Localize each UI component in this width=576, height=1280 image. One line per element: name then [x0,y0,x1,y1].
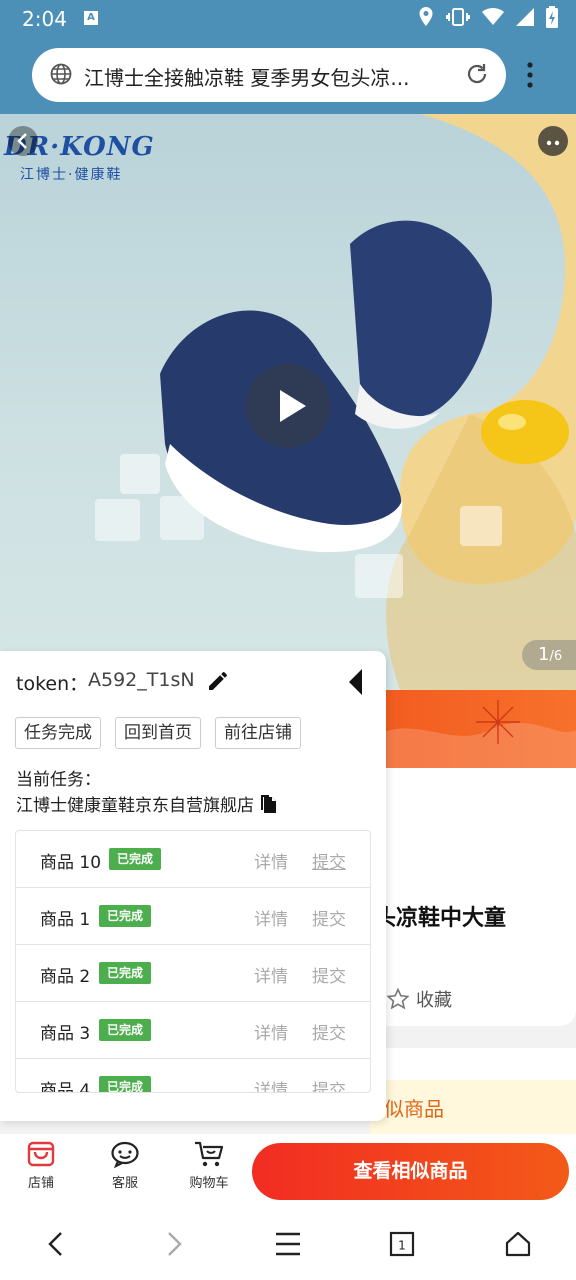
image-page-indicator: 1/6 [522,640,576,670]
url-text[interactable]: 江博士全接触凉鞋 夏季男女包头凉... [84,62,459,91]
submit-link[interactable]: 提交 [312,905,346,930]
browser-nav-bar: 1 [0,1208,576,1280]
page-current: 1 [538,644,550,665]
nav-back-button[interactable] [44,1230,68,1262]
more-dots-icon [546,140,560,146]
tabs-count: 1 [398,1239,406,1253]
location-icon [419,7,433,26]
more-button[interactable] [538,126,568,156]
status-badge: 已完成 [99,1076,152,1092]
similar-products-banner[interactable]: 似商品 [370,1080,576,1134]
globe-icon [50,63,72,85]
copy-icon[interactable] [260,794,278,814]
promo-banner [370,690,576,768]
status-badge: 已完成 [99,905,152,927]
token-label: token： [16,673,89,695]
tabs-icon: 1 [389,1231,415,1257]
notification-a-icon: A [84,11,98,25]
edit-pencil-icon[interactable] [206,669,230,693]
play-icon [280,390,306,422]
view-similar-button[interactable]: 查看相似商品 [252,1143,569,1200]
browser-toolbar: 江博士全接触凉鞋 夏季男女包头凉... [0,36,576,114]
collapse-triangle-icon[interactable] [346,667,366,697]
firework-icon [370,700,576,768]
submit-link[interactable]: 提交 [312,1076,346,1092]
favorite-button[interactable]: 收藏 [386,986,452,1012]
chevron-left-icon [48,1232,62,1256]
current-task-name: 江博士健康童鞋京东自营旗舰店 [16,796,254,816]
current-task: 江博士健康童鞋京东自营旗舰店 [16,791,278,816]
task-complete-button[interactable]: 任务完成 [15,717,101,749]
store-label: 店铺 [27,1176,54,1191]
similar-products-text: 似商品 [384,1097,444,1121]
chevron-left-icon [17,133,27,149]
status-icons [418,6,558,28]
submit-link[interactable]: 提交 [312,1019,346,1044]
nav-menu-button[interactable] [274,1230,302,1262]
brand-tagline: 江博士·健康鞋 [20,167,123,183]
cart-label: 购物车 [189,1176,229,1191]
product-title: 头凉鞋中大童 [374,906,507,931]
address-bar[interactable]: 江博士全接触凉鞋 夏季男女包头凉... [32,48,506,102]
nav-tabs-button[interactable]: 1 [389,1230,415,1262]
similar-products-section: 似商品 [370,1048,576,1134]
store-icon [27,1141,55,1167]
status-badge: 已完成 [99,1019,152,1041]
item-name: 商品 1 [40,910,91,930]
current-task-label: 当前任务： [16,770,101,790]
detail-link[interactable]: 详情 [254,1019,288,1044]
wifi-icon [482,8,504,25]
submit-link[interactable]: 提交 [312,962,346,987]
status-time: 2:04 [22,7,67,31]
submit-link[interactable]: 提交 [312,848,346,873]
play-video-button[interactable] [246,364,330,448]
product-info-card: 头凉鞋中大童 收藏 [370,768,576,1026]
battery-icon [546,6,558,28]
list-item: 商品 1 已完成 详情 提交 [16,888,370,945]
more-vert-icon[interactable] [526,62,534,88]
back-button[interactable] [8,126,38,156]
service-label: 客服 [111,1176,138,1191]
bottom-action-bar: 店铺 客服 购物车 查看相似商品 [0,1134,576,1208]
go-to-store-button[interactable]: 前往店铺 [215,717,301,749]
list-item: 商品 2 已完成 详情 提交 [16,945,370,1002]
status-bar: 2:04 A [0,0,576,36]
token-value: A592_T1sN [88,669,195,691]
vibrate-icon [446,8,470,26]
list-item: 商品 10 已完成 详情 提交 [16,831,370,888]
detail-link[interactable]: 详情 [254,1076,288,1092]
detail-link[interactable]: 详情 [254,848,288,873]
list-item: 商品 3 已完成 详情 提交 [16,1002,370,1059]
customer-service-button[interactable]: 客服 [90,1140,160,1191]
home-icon [505,1231,531,1257]
item-name: 商品 2 [40,967,91,987]
reload-icon[interactable] [464,61,490,87]
item-name: 商品 3 [40,1024,91,1044]
cart-button[interactable]: 购物车 [174,1140,244,1191]
item-name: 商品 10 [40,853,102,873]
item-name: 商品 4 [40,1081,91,1093]
nav-home-button[interactable] [504,1230,532,1262]
signal-icon [516,8,534,26]
nav-forward-button[interactable] [162,1230,186,1262]
cart-icon [195,1141,224,1167]
task-panel: token： A592_T1sN 任务完成 回到首页 前往店铺 当前任务： 江博… [0,651,386,1121]
task-actions: 任务完成 回到首页 前往店铺 [15,717,301,749]
product-image-gallery[interactable]: DR·KONG 江博士·健康鞋 1/6 [0,114,576,690]
star-outline-icon [386,987,410,1010]
menu-icon [276,1232,300,1256]
status-badge: 已完成 [99,962,152,984]
favorite-label: 收藏 [416,990,452,1011]
store-button[interactable]: 店铺 [6,1140,76,1191]
page-total: /6 [549,649,563,664]
chat-face-icon [111,1141,139,1168]
detail-link[interactable]: 详情 [254,962,288,987]
task-item-list[interactable]: 商品 10 已完成 详情 提交 商品 1 已完成 详情 提交 商品 2 已完成 … [15,830,371,1093]
chevron-right-icon [168,1232,182,1256]
back-to-home-button[interactable]: 回到首页 [115,717,201,749]
detail-link[interactable]: 详情 [254,905,288,930]
status-badge: 已完成 [109,848,162,870]
list-item: 商品 4 已完成 详情 提交 [16,1059,370,1093]
